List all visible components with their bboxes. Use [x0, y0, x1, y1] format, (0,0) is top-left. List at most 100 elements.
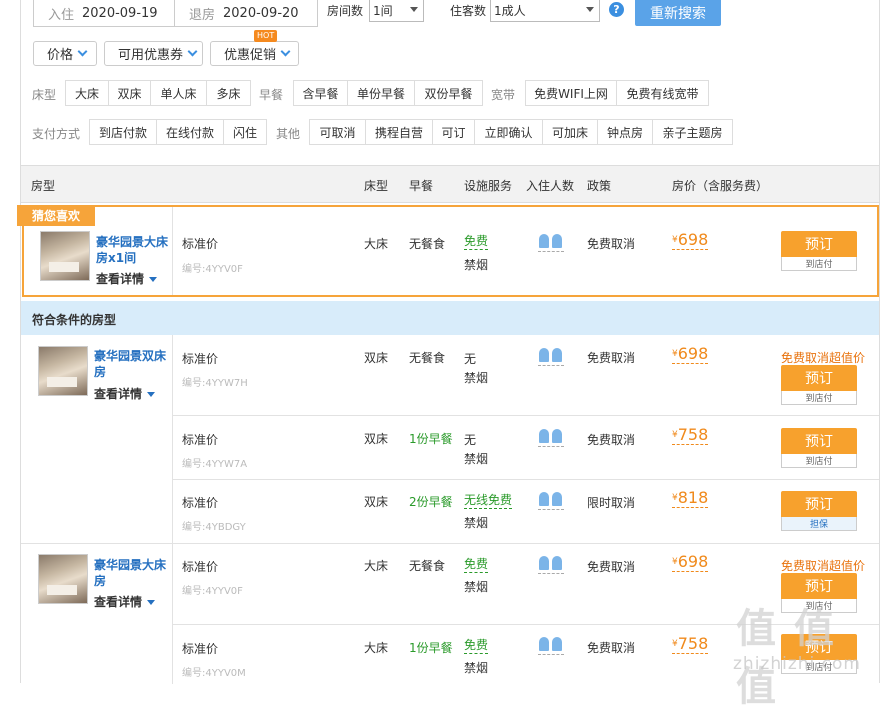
bed-type: 大床 [364, 641, 389, 655]
two-guests-icon [538, 492, 564, 508]
rate-name: 标准价 [182, 433, 219, 447]
other-option[interactable]: 可订 [433, 120, 475, 144]
book-label: 预订 [781, 428, 857, 454]
cancel-policy[interactable]: 免费取消 [587, 558, 635, 575]
cancel-policy[interactable]: 免费取消 [587, 639, 635, 656]
breakfast-option[interactable]: 单份早餐 [348, 81, 415, 105]
room-price[interactable]: ¥698 [672, 345, 709, 364]
checkin-field[interactable]: 入住 2020-09-19 [33, 0, 175, 27]
breakfast: 无餐食 [409, 237, 446, 251]
room-price[interactable]: ¥818 [672, 489, 709, 508]
guests-select[interactable]: 1成人 [490, 0, 600, 22]
book-label: 预订 [781, 491, 857, 517]
bed-option[interactable]: 双床 [109, 81, 151, 105]
rooms-select[interactable]: 1间 [369, 0, 424, 22]
pay-type: 担保 [781, 517, 857, 531]
breakfast-option[interactable]: 双份早餐 [415, 81, 482, 105]
cancel-policy[interactable]: 免费取消 [587, 431, 635, 448]
rooms-label: 房间数 [327, 4, 364, 18]
breakfast-option[interactable]: 含早餐 [294, 81, 348, 105]
room-price[interactable]: ¥758 [672, 425, 709, 445]
featured-tag: 猜您喜欢 [17, 205, 95, 226]
facility-wifi[interactable]: 免费 [464, 234, 489, 250]
coupon-filter-dropdown[interactable]: 可用优惠券 [104, 41, 203, 66]
room-thumbnail[interactable] [38, 554, 88, 604]
payment-option[interactable]: 在线付款 [157, 120, 224, 144]
book-button[interactable]: 预订 担保 [781, 491, 857, 531]
chevron-down-icon [147, 392, 156, 397]
cancel-policy[interactable]: 免费取消 [587, 349, 635, 366]
price-value: 698 [677, 230, 709, 249]
broadband-option[interactable]: 免费WIFI上网 [526, 81, 617, 105]
view-details-link[interactable]: 查看详情 [94, 593, 156, 610]
rate-code: 编号:4YYW7A [182, 459, 248, 470]
bed-option[interactable]: 大床 [66, 81, 109, 105]
rate-name: 标准价 [182, 642, 219, 656]
chevron-down-icon [586, 7, 594, 12]
facility-smoking: 禁烟 [464, 661, 489, 675]
room-thumbnail[interactable] [40, 231, 90, 281]
two-guests-icon [538, 348, 564, 364]
bed-option[interactable]: 单人床 [151, 81, 207, 105]
other-option[interactable]: 亲子主题房 [653, 120, 732, 144]
bed-type: 双床 [364, 432, 389, 446]
facility-smoking: 禁烟 [464, 371, 489, 385]
price-value: 758 [677, 634, 709, 653]
other-option[interactable]: 钟点房 [598, 120, 653, 144]
other-option[interactable]: 可加床 [543, 120, 598, 144]
price-filter-label: 价格 [47, 48, 74, 63]
other-option[interactable]: 立即确认 [475, 120, 543, 144]
room-name-link[interactable]: 豪华园景大床 房 [94, 557, 166, 589]
price-value: 758 [677, 425, 709, 444]
other-option[interactable]: 可取消 [310, 120, 366, 144]
help-icon[interactable]: ? [609, 2, 624, 17]
rate-code: 编号:4YBDGY [182, 522, 246, 533]
room-name-link[interactable]: 豪华园景大床 房x1间 [96, 234, 168, 266]
promo-filter-dropdown[interactable]: 优惠促销 [210, 41, 299, 66]
pay-type: 到店付 [781, 257, 857, 271]
room-name-link[interactable]: 豪华园景双床 房 [94, 348, 166, 380]
price-filter-dropdown[interactable]: 价格 [33, 41, 97, 66]
guests-underline [538, 446, 564, 447]
payment-filter-group: 到店付款 在线付款 闪住 [89, 119, 267, 145]
view-details-link[interactable]: 查看详情 [94, 385, 156, 402]
chevron-down-icon [187, 46, 198, 57]
room-thumbnail[interactable] [38, 346, 88, 396]
two-guests-icon [538, 234, 564, 250]
guests-label: 住客数 [450, 4, 487, 18]
book-button[interactable]: 预订 到店付 [781, 365, 857, 405]
facility-smoking: 禁烟 [464, 258, 489, 272]
payment-option[interactable]: 到店付款 [90, 120, 157, 144]
two-guests-icon [538, 637, 564, 653]
two-guests-icon [538, 429, 564, 445]
other-option[interactable]: 携程自营 [366, 120, 433, 144]
header-room-type: 房型 [31, 179, 56, 193]
guests-value: 1成人 [494, 4, 526, 18]
cancel-policy[interactable]: 免费取消 [587, 235, 635, 252]
coupon-filter-label: 可用优惠券 [118, 48, 184, 63]
broadband-option[interactable]: 免费有线宽带 [617, 81, 708, 105]
facility-wifi[interactable]: 免费 [464, 557, 489, 573]
broadband-filter-label: 宽带 [491, 88, 516, 102]
search-button[interactable]: 重新搜索 [635, 0, 721, 26]
cancel-policy[interactable]: 限时取消 [587, 494, 635, 511]
room-price[interactable]: ¥758 [672, 634, 709, 654]
broadband-filter-group: 免费WIFI上网 免费有线宽带 [525, 80, 709, 106]
checkout-field[interactable]: 退房 2020-09-20 [174, 0, 318, 27]
facility-wifi[interactable]: 免费 [464, 638, 489, 654]
checkin-label: 入住 [48, 7, 75, 23]
facility-wifi: 无 [464, 433, 477, 447]
facility-wifi[interactable]: 无线免费 [464, 493, 513, 509]
room-price[interactable]: ¥698 [672, 553, 709, 572]
divider [172, 335, 173, 543]
checkin-value: 2020-09-19 [82, 5, 158, 21]
payment-option[interactable]: 闪住 [224, 120, 266, 144]
bed-filter-label: 床型 [32, 88, 57, 102]
hot-badge: HOT [254, 30, 278, 42]
book-button[interactable]: 预订 到店付 [781, 231, 857, 271]
book-button[interactable]: 预订 到店付 [781, 428, 857, 468]
view-details-link[interactable]: 查看详情 [96, 270, 158, 287]
room-price[interactable]: ¥698 [672, 230, 709, 250]
header-policy: 政策 [587, 179, 612, 193]
bed-option[interactable]: 多床 [207, 81, 250, 105]
